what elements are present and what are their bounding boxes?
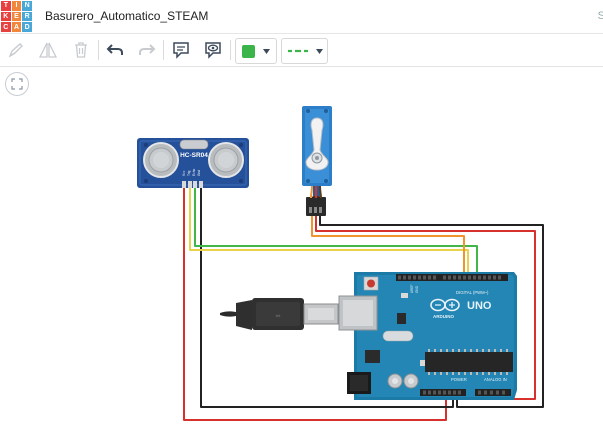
sensor-pin-label-echo: Echo [192, 169, 196, 176]
logo-tile: E [11, 11, 22, 22]
logo-tile: A [11, 22, 22, 32]
logo-tile: R [22, 11, 32, 22]
logo-tile: C [1, 22, 11, 32]
toolbar-separator [98, 40, 99, 60]
tinkercad-logo[interactable]: TIN KER CAD [1, 1, 32, 32]
servo-motor[interactable] [302, 106, 332, 216]
board-name: UNO [467, 300, 492, 312]
gnd-label: GND [415, 285, 419, 293]
logo-tile: K [1, 11, 11, 22]
logo-tile: I [11, 1, 22, 11]
wire-color-swatch [242, 44, 255, 58]
usb-cable[interactable]: ⬌ [220, 298, 339, 330]
toolbar-separator [163, 40, 164, 60]
project-title[interactable]: Basurero_Automatico_STEAM [45, 9, 208, 23]
circuit-drawing: HC-SR04 Vcc Trig Echo Gnd ⬌ AREF GND DIG… [137, 106, 544, 421]
logo-tile: N [22, 1, 32, 11]
wire-style-icon [287, 49, 308, 53]
wire-color-dropdown[interactable] [235, 38, 277, 64]
top-bar: TIN KER CAD Basurero_Automatico_STEAM S [0, 0, 603, 34]
comment-icon[interactable] [170, 38, 192, 62]
chevron-down-icon [315, 48, 323, 54]
trash-icon[interactable] [71, 38, 91, 62]
aref-label: AREF [410, 284, 414, 293]
power-label: POWER [451, 377, 467, 382]
ultrasonic-sensor[interactable]: HC-SR04 Vcc Trig Echo Gnd [137, 138, 249, 188]
arduino-brand: ARDUINO [433, 314, 454, 319]
circuit-canvas[interactable]: HC-SR04 Vcc Trig Echo Gnd ⬌ AREF GND DIG… [0, 67, 603, 441]
arduino-uno-board[interactable]: AREF GND DIGITAL (PWM~) UNO ARDUINO POWE… [338, 272, 517, 400]
toolbar-separator [230, 40, 231, 60]
digital-pwm-label: DIGITAL (PWM~) [456, 290, 489, 295]
logo-tile: T [1, 1, 11, 11]
share-button-partial[interactable]: S [598, 10, 603, 22]
atmega-chip [425, 352, 513, 372]
eye-comment-icon[interactable] [202, 38, 224, 62]
wire-type-dropdown[interactable] [281, 38, 328, 64]
svg-text:⬌: ⬌ [275, 313, 281, 320]
flip-icon[interactable] [37, 38, 59, 62]
sensor-model-label: HC-SR04 [180, 152, 208, 159]
note-pen-icon[interactable] [6, 38, 26, 62]
undo-icon[interactable] [104, 38, 126, 62]
chevron-down-icon [263, 48, 270, 54]
sensor-pin-label-trig: Trig [187, 170, 191, 176]
sensor-pin-label-vcc: Vcc [182, 170, 186, 176]
sensor-pin-label-gnd: Gnd [197, 170, 201, 176]
redo-icon[interactable] [136, 38, 158, 62]
logo-tile: D [22, 22, 32, 32]
toolbar [0, 34, 603, 67]
analog-in-label: ANALOG IN [484, 377, 507, 382]
